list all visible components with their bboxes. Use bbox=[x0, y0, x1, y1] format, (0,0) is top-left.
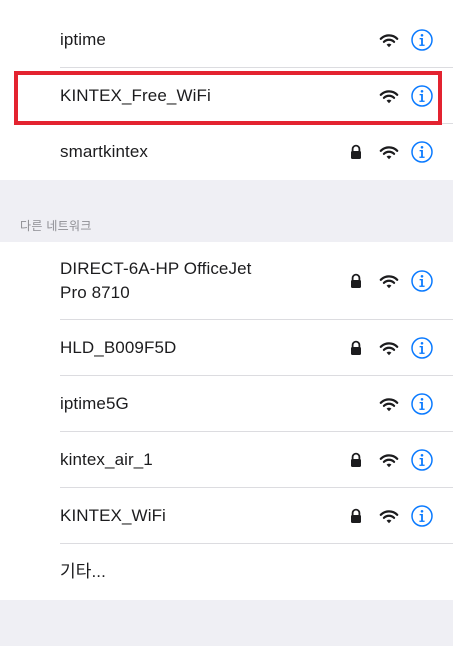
other-network-row[interactable]: 기타... bbox=[0, 544, 453, 600]
wifi-icon bbox=[379, 34, 399, 48]
info-icon[interactable] bbox=[411, 505, 433, 527]
network-row-direct-hp[interactable]: DIRECT-6A-HP OfficeJet Pro 8710 bbox=[0, 242, 453, 320]
network-row-iptime5g[interactable]: iptime5G bbox=[0, 376, 453, 432]
lock-icon bbox=[351, 452, 361, 467]
wifi-icon bbox=[379, 90, 399, 104]
network-name: iptime5G bbox=[60, 394, 129, 413]
network-list-top: iptime KINTEX_Free_WiFi smartkintex bbox=[0, 0, 453, 180]
network-row-kintex-wifi[interactable]: KINTEX_WiFi bbox=[0, 488, 453, 544]
network-name: smartkintex bbox=[60, 142, 149, 161]
info-icon[interactable] bbox=[411, 85, 433, 107]
wifi-icon bbox=[379, 342, 399, 356]
info-icon[interactable] bbox=[411, 141, 433, 163]
wifi-icon bbox=[379, 398, 399, 412]
lock-icon bbox=[351, 144, 361, 159]
info-icon[interactable] bbox=[411, 449, 433, 471]
other-networks-header: 다른 네트워크 bbox=[20, 219, 92, 233]
lock-icon bbox=[351, 273, 361, 288]
info-icon[interactable] bbox=[411, 29, 433, 51]
network-row-kintex-air-1[interactable]: kintex_air_1 bbox=[0, 432, 453, 488]
network-name-line1: DIRECT-6A-HP OfficeJet bbox=[60, 259, 252, 278]
wifi-icon bbox=[379, 510, 399, 524]
info-icon[interactable] bbox=[411, 270, 433, 292]
lock-icon bbox=[351, 340, 361, 355]
network-name: HLD_B009F5D bbox=[60, 338, 177, 357]
network-name: KINTEX_WiFi bbox=[60, 506, 166, 525]
network-name: kintex_air_1 bbox=[60, 450, 153, 469]
wifi-icon bbox=[379, 275, 399, 289]
network-row-hld[interactable]: HLD_B009F5D bbox=[0, 320, 453, 376]
wifi-icon bbox=[379, 454, 399, 468]
lock-icon bbox=[351, 508, 361, 523]
network-row-smartkintex[interactable]: smartkintex bbox=[0, 124, 453, 180]
network-name-line2: Pro 8710 bbox=[60, 283, 130, 302]
network-row-iptime[interactable]: iptime bbox=[0, 0, 453, 68]
network-name: KINTEX_Free_WiFi bbox=[60, 86, 211, 105]
wifi-icon bbox=[379, 146, 399, 160]
other-network-label: 기타... bbox=[60, 562, 106, 581]
info-icon[interactable] bbox=[411, 393, 433, 415]
network-name: DIRECT-6A-HP OfficeJet Pro 8710 bbox=[60, 257, 349, 305]
wifi-settings-screen: iptime KINTEX_Free_WiFi smartkintex 다른 네… bbox=[0, 0, 453, 646]
network-name: iptime bbox=[60, 30, 106, 49]
network-row-kintex-free-wifi[interactable]: KINTEX_Free_WiFi bbox=[0, 68, 453, 124]
info-icon[interactable] bbox=[411, 337, 433, 359]
network-list-other: DIRECT-6A-HP OfficeJet Pro 8710 HLD_B009… bbox=[0, 242, 453, 600]
